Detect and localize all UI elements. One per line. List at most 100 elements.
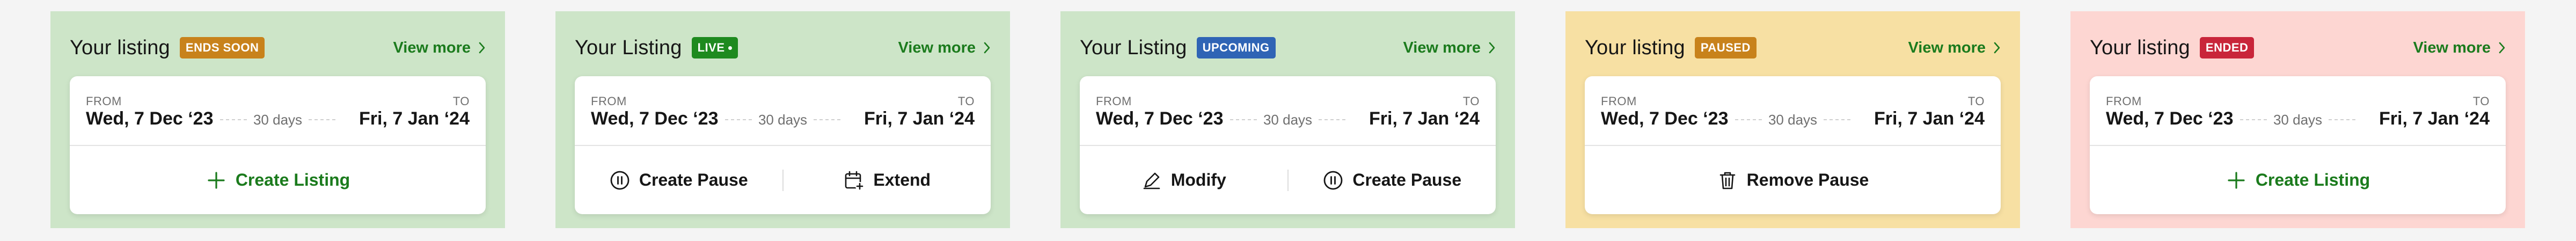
duration-indicator: 30 days (1230, 112, 1346, 128)
from-label: FROM (1096, 94, 1132, 108)
listing-card: Your listing ENDS SOON View more FROM We… (50, 11, 505, 228)
view-more-link[interactable]: View more (393, 39, 486, 57)
duration-label: 30 days (758, 111, 808, 128)
action-label: Create Pause (639, 170, 748, 189)
from-date: Wed, 7 Dec ‘23 (86, 108, 214, 129)
dashed-line (1735, 119, 1762, 120)
date-range: FROM Wed, 7 Dec ‘23 30 days TO Fri, 7 Ja… (1080, 76, 1496, 146)
duration-label: 30 days (253, 111, 303, 128)
card-title: Your listing (70, 36, 170, 59)
from-label: FROM (591, 94, 627, 108)
to-label: TO (1462, 94, 1480, 108)
live-dot-icon (728, 46, 732, 50)
card-actions: Create Listing (2090, 146, 2506, 214)
card-header: Your Listing UPCOMING View more (1080, 36, 1496, 59)
plus-icon (206, 170, 227, 191)
create-listing-button[interactable]: Create Listing (70, 146, 486, 214)
view-more-label: View more (1908, 39, 1986, 56)
dashed-line (309, 119, 336, 120)
from-label: FROM (2106, 94, 2142, 108)
status-badge-label: UPCOMING (1202, 41, 1270, 54)
status-badge-label: LIVE (697, 41, 725, 54)
pause-icon (609, 170, 631, 191)
chevron-right-icon (1489, 42, 1495, 54)
duration-label: 30 days (1768, 111, 1818, 128)
dashed-line (1824, 119, 1851, 120)
card-actions: Modify Create Pause (1080, 146, 1496, 214)
listing-card: Your Listing LIVE View more FROM Wed, 7 … (555, 11, 1010, 228)
from-label: FROM (1601, 94, 1637, 108)
dashed-line (2240, 119, 2267, 120)
trash-icon (1717, 170, 1738, 191)
to-date: Fri, 7 Jan ‘24 (864, 108, 975, 129)
card-actions: Remove Pause (1585, 146, 2001, 214)
create-pause-button[interactable]: Create Pause (575, 146, 782, 214)
duration-indicator: 30 days (220, 111, 336, 128)
plus-icon (2226, 170, 2247, 191)
status-badge: ENDED (2199, 37, 2255, 59)
view-more-link[interactable]: View more (1908, 39, 2001, 57)
action-label: Extend (873, 170, 931, 189)
chevron-right-icon (984, 42, 990, 54)
to-date: Fri, 7 Jan ‘24 (359, 108, 470, 129)
to-label: TO (957, 94, 975, 108)
card-actions: Create Listing (70, 146, 486, 214)
date-range: FROM Wed, 7 Dec ‘23 30 days TO Fri, 7 Ja… (1585, 76, 2001, 146)
listing-details-panel: FROM Wed, 7 Dec ‘23 30 days TO Fri, 7 Ja… (575, 76, 991, 214)
status-badge-label: ENDS SOON (185, 41, 259, 54)
modify-button[interactable]: Modify (1080, 146, 1287, 214)
to-label: TO (1967, 94, 1985, 108)
date-range: FROM Wed, 7 Dec ‘23 30 days TO Fri, 7 Ja… (575, 76, 991, 146)
listing-card: Your listing PAUSED View more FROM Wed, … (1565, 11, 2020, 228)
from-label: FROM (86, 94, 122, 108)
action-label: Create Pause (1352, 170, 1462, 189)
create-pause-button[interactable]: Create Pause (1289, 146, 1496, 214)
card-title: Your Listing (1080, 36, 1187, 59)
view-more-link[interactable]: View more (898, 39, 991, 57)
from-date: Wed, 7 Dec ‘23 (2106, 108, 2234, 129)
remove-pause-button[interactable]: Remove Pause (1585, 146, 2001, 214)
status-badge-label: ENDED (2205, 41, 2249, 54)
action-label: Remove Pause (1746, 170, 1869, 189)
to-label: TO (452, 94, 470, 108)
pause-icon (1322, 170, 1344, 191)
create-listing-button[interactable]: Create Listing (2090, 146, 2506, 214)
to-date: Fri, 7 Jan ‘24 (2379, 108, 2490, 129)
status-badge: ENDS SOON (179, 37, 265, 59)
dashed-line (1230, 119, 1257, 120)
status-badge-label: PAUSED (1700, 41, 1751, 54)
dashed-line (1319, 119, 1346, 120)
view-more-label: View more (1403, 39, 1481, 56)
chevron-right-icon (479, 42, 485, 54)
duration-indicator: 30 days (1735, 111, 1851, 128)
action-label: Create Listing (235, 170, 350, 189)
card-actions: Create Pause Extend (575, 146, 991, 214)
chevron-right-icon (2499, 42, 2505, 54)
duration-indicator: 30 days (2240, 112, 2356, 128)
duration-indicator: 30 days (725, 111, 841, 128)
from-date: Wed, 7 Dec ‘23 (1096, 108, 1224, 129)
card-title: Your listing (1585, 36, 1685, 59)
status-badge: UPCOMING (1196, 37, 1276, 59)
listing-card: Your Listing UPCOMING View more FROM Wed… (1060, 11, 1515, 228)
date-range: FROM Wed, 7 Dec ‘23 30 days TO Fri, 7 Ja… (70, 76, 486, 146)
card-title: Your listing (2090, 36, 2190, 59)
dashed-line (220, 119, 247, 120)
pencil-icon (1141, 170, 1162, 191)
card-header: Your listing ENDS SOON View more (70, 36, 486, 59)
to-date: Fri, 7 Jan ‘24 (1369, 108, 1480, 129)
listing-details-panel: FROM Wed, 7 Dec ‘23 30 days TO Fri, 7 Ja… (70, 76, 486, 214)
view-more-link[interactable]: View more (2413, 39, 2506, 57)
date-range: FROM Wed, 7 Dec ‘23 30 days TO Fri, 7 Ja… (2090, 76, 2506, 146)
calendar-plus-icon (843, 170, 865, 191)
dashed-line (725, 119, 752, 120)
view-more-link[interactable]: View more (1403, 39, 1496, 57)
extend-button[interactable]: Extend (784, 146, 991, 214)
card-header: Your Listing LIVE View more (575, 36, 991, 59)
status-badge: PAUSED (1694, 37, 1757, 59)
dashed-line (2329, 119, 2356, 120)
to-label: TO (2472, 94, 2490, 108)
to-date: Fri, 7 Jan ‘24 (1874, 108, 1985, 129)
card-header: Your listing ENDED View more (2090, 36, 2506, 59)
view-more-label: View more (2413, 39, 2491, 56)
